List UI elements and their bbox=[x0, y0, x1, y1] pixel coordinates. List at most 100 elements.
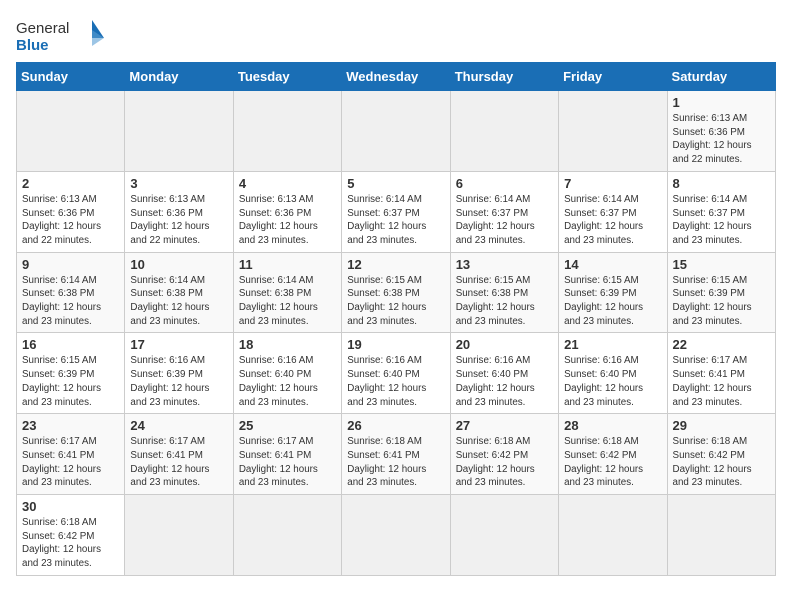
calendar-cell bbox=[125, 91, 233, 172]
day-number: 15 bbox=[673, 257, 770, 272]
day-number: 18 bbox=[239, 337, 336, 352]
calendar-week-row: 1 Sunrise: 6:13 AMSunset: 6:36 PMDaylight… bbox=[17, 91, 776, 172]
day-info: Sunrise: 6:16 AMSunset: 6:39 PMDaylight:… bbox=[130, 354, 227, 409]
day-number: 24 bbox=[130, 418, 227, 433]
calendar-cell: 30 Sunrise: 6:18 AMSunset: 6:42 PMDayligh… bbox=[17, 495, 125, 576]
calendar-cell: 26Sunrise: 6:18 AMSunset: 6:41 PMDayligh… bbox=[342, 414, 450, 495]
weekday-header-wednesday: Wednesday bbox=[342, 63, 450, 91]
calendar-cell: 22Sunrise: 6:17 AMSunset: 6:41 PMDayligh… bbox=[667, 333, 775, 414]
calendar-cell: 10 Sunrise: 6:14 AMSunset: 6:38 PMDayligh… bbox=[125, 252, 233, 333]
calendar-cell: 24 Sunrise: 6:17 AMSunset: 6:41 PMDayligh… bbox=[125, 414, 233, 495]
day-number: 5 bbox=[347, 176, 444, 191]
day-info: Sunrise: 6:15 AMSunset: 6:38 PMDaylight:… bbox=[456, 274, 553, 329]
day-number: 12 bbox=[347, 257, 444, 272]
day-info: Sunrise: 6:15 AMSunset: 6:39 PMDaylight:… bbox=[564, 274, 661, 329]
calendar-cell: 7 Sunrise: 6:14 AMSunset: 6:37 PMDaylight… bbox=[559, 171, 667, 252]
day-info: Sunrise: 6:15 AMSunset: 6:39 PMDaylight:… bbox=[22, 354, 119, 409]
day-info: Sunrise: 6:13 AMSunset: 6:36 PMDaylight:… bbox=[130, 193, 227, 248]
calendar-week-row: 9 Sunrise: 6:14 AMSunset: 6:38 PMDaylight… bbox=[17, 252, 776, 333]
calendar-cell: 5Sunrise: 6:14 AMSunset: 6:37 PMDaylight… bbox=[342, 171, 450, 252]
calendar-cell: 13 Sunrise: 6:15 AMSunset: 6:38 PMDayligh… bbox=[450, 252, 558, 333]
calendar-week-row: 30 Sunrise: 6:18 AMSunset: 6:42 PMDayligh… bbox=[17, 495, 776, 576]
day-number: 13 bbox=[456, 257, 553, 272]
calendar-cell bbox=[342, 91, 450, 172]
day-info: Sunrise: 6:13 AMSunset: 6:36 PMDaylight:… bbox=[239, 193, 336, 248]
day-info: Sunrise: 6:14 AMSunset: 6:38 PMDaylight:… bbox=[22, 274, 119, 329]
day-info: Sunrise: 6:14 AMSunset: 6:38 PMDaylight:… bbox=[130, 274, 227, 329]
calendar-cell: 21Sunrise: 6:16 AMSunset: 6:40 PMDayligh… bbox=[559, 333, 667, 414]
day-number: 2 bbox=[22, 176, 119, 191]
calendar-week-row: 16 Sunrise: 6:15 AMSunset: 6:39 PMDayligh… bbox=[17, 333, 776, 414]
calendar-cell bbox=[233, 495, 341, 576]
day-number: 10 bbox=[130, 257, 227, 272]
day-number: 1 bbox=[673, 95, 770, 110]
day-info: Sunrise: 6:17 AMSunset: 6:41 PMDaylight:… bbox=[130, 435, 227, 490]
day-number: 20 bbox=[456, 337, 553, 352]
calendar-cell: 23 Sunrise: 6:17 AMSunset: 6:41 PMDayligh… bbox=[17, 414, 125, 495]
day-info: Sunrise: 6:17 AMSunset: 6:41 PMDaylight:… bbox=[22, 435, 119, 490]
day-number: 11 bbox=[239, 257, 336, 272]
weekday-header-tuesday: Tuesday bbox=[233, 63, 341, 91]
day-info: Sunrise: 6:18 AMSunset: 6:42 PMDaylight:… bbox=[22, 516, 119, 571]
calendar-cell: 12Sunrise: 6:15 AMSunset: 6:38 PMDayligh… bbox=[342, 252, 450, 333]
day-info: Sunrise: 6:14 AMSunset: 6:37 PMDaylight:… bbox=[673, 193, 770, 248]
day-number: 8 bbox=[673, 176, 770, 191]
calendar-cell: 11 Sunrise: 6:14 AMSunset: 6:38 PMDayligh… bbox=[233, 252, 341, 333]
calendar-cell: 28 Sunrise: 6:18 AMSunset: 6:42 PMDayligh… bbox=[559, 414, 667, 495]
day-number: 23 bbox=[22, 418, 119, 433]
calendar-cell bbox=[559, 91, 667, 172]
weekday-header-row: SundayMondayTuesdayWednesdayThursdayFrid… bbox=[17, 63, 776, 91]
calendar-cell: 16 Sunrise: 6:15 AMSunset: 6:39 PMDayligh… bbox=[17, 333, 125, 414]
calendar-cell: 2 Sunrise: 6:13 AMSunset: 6:36 PMDaylight… bbox=[17, 171, 125, 252]
day-number: 28 bbox=[564, 418, 661, 433]
day-info: Sunrise: 6:13 AMSunset: 6:36 PMDaylight:… bbox=[673, 112, 770, 167]
calendar-cell bbox=[17, 91, 125, 172]
day-number: 25 bbox=[239, 418, 336, 433]
day-info: Sunrise: 6:14 AMSunset: 6:37 PMDaylight:… bbox=[564, 193, 661, 248]
day-info: Sunrise: 6:16 AMSunset: 6:40 PMDaylight:… bbox=[347, 354, 444, 409]
day-number: 19 bbox=[347, 337, 444, 352]
day-info: Sunrise: 6:13 AMSunset: 6:36 PMDaylight:… bbox=[22, 193, 119, 248]
day-number: 14 bbox=[564, 257, 661, 272]
day-number: 22 bbox=[673, 337, 770, 352]
day-number: 4 bbox=[239, 176, 336, 191]
weekday-header-monday: Monday bbox=[125, 63, 233, 91]
day-number: 27 bbox=[456, 418, 553, 433]
calendar-cell: 8 Sunrise: 6:14 AMSunset: 6:37 PMDaylight… bbox=[667, 171, 775, 252]
calendar-cell: 19 Sunrise: 6:16 AMSunset: 6:40 PMDayligh… bbox=[342, 333, 450, 414]
day-number: 17 bbox=[130, 337, 227, 352]
calendar-cell: 9 Sunrise: 6:14 AMSunset: 6:38 PMDaylight… bbox=[17, 252, 125, 333]
day-info: Sunrise: 6:18 AMSunset: 6:42 PMDaylight:… bbox=[564, 435, 661, 490]
day-info: Sunrise: 6:18 AMSunset: 6:42 PMDaylight:… bbox=[673, 435, 770, 490]
day-number: 9 bbox=[22, 257, 119, 272]
weekday-header-saturday: Saturday bbox=[667, 63, 775, 91]
calendar-cell: 3 Sunrise: 6:13 AMSunset: 6:36 PMDaylight… bbox=[125, 171, 233, 252]
weekday-header-sunday: Sunday bbox=[17, 63, 125, 91]
calendar-cell: 18Sunrise: 6:16 AMSunset: 6:40 PMDayligh… bbox=[233, 333, 341, 414]
svg-text:General: General bbox=[16, 20, 69, 37]
calendar-week-row: 23 Sunrise: 6:17 AMSunset: 6:41 PMDayligh… bbox=[17, 414, 776, 495]
calendar-cell: 6 Sunrise: 6:14 AMSunset: 6:37 PMDaylight… bbox=[450, 171, 558, 252]
weekday-header-friday: Friday bbox=[559, 63, 667, 91]
calendar-cell bbox=[559, 495, 667, 576]
calendar-cell: 15 Sunrise: 6:15 AMSunset: 6:39 PMDayligh… bbox=[667, 252, 775, 333]
day-number: 16 bbox=[22, 337, 119, 352]
day-number: 29 bbox=[673, 418, 770, 433]
calendar-table: SundayMondayTuesdayWednesdayThursdayFrid… bbox=[16, 62, 776, 576]
calendar-cell: 14 Sunrise: 6:15 AMSunset: 6:39 PMDayligh… bbox=[559, 252, 667, 333]
svg-text:Blue: Blue bbox=[16, 37, 49, 54]
day-number: 7 bbox=[564, 176, 661, 191]
calendar-cell bbox=[450, 91, 558, 172]
day-info: Sunrise: 6:15 AMSunset: 6:39 PMDaylight:… bbox=[673, 274, 770, 329]
day-info: Sunrise: 6:14 AMSunset: 6:38 PMDaylight:… bbox=[239, 274, 336, 329]
day-number: 6 bbox=[456, 176, 553, 191]
day-number: 3 bbox=[130, 176, 227, 191]
day-info: Sunrise: 6:14 AMSunset: 6:37 PMDaylight:… bbox=[456, 193, 553, 248]
calendar-cell: 25Sunrise: 6:17 AMSunset: 6:41 PMDayligh… bbox=[233, 414, 341, 495]
day-number: 30 bbox=[22, 499, 119, 514]
calendar-cell bbox=[342, 495, 450, 576]
calendar-cell: 1 Sunrise: 6:13 AMSunset: 6:36 PMDaylight… bbox=[667, 91, 775, 172]
logo: General Blue bbox=[16, 16, 106, 54]
calendar-cell bbox=[450, 495, 558, 576]
day-info: Sunrise: 6:16 AMSunset: 6:40 PMDaylight:… bbox=[456, 354, 553, 409]
